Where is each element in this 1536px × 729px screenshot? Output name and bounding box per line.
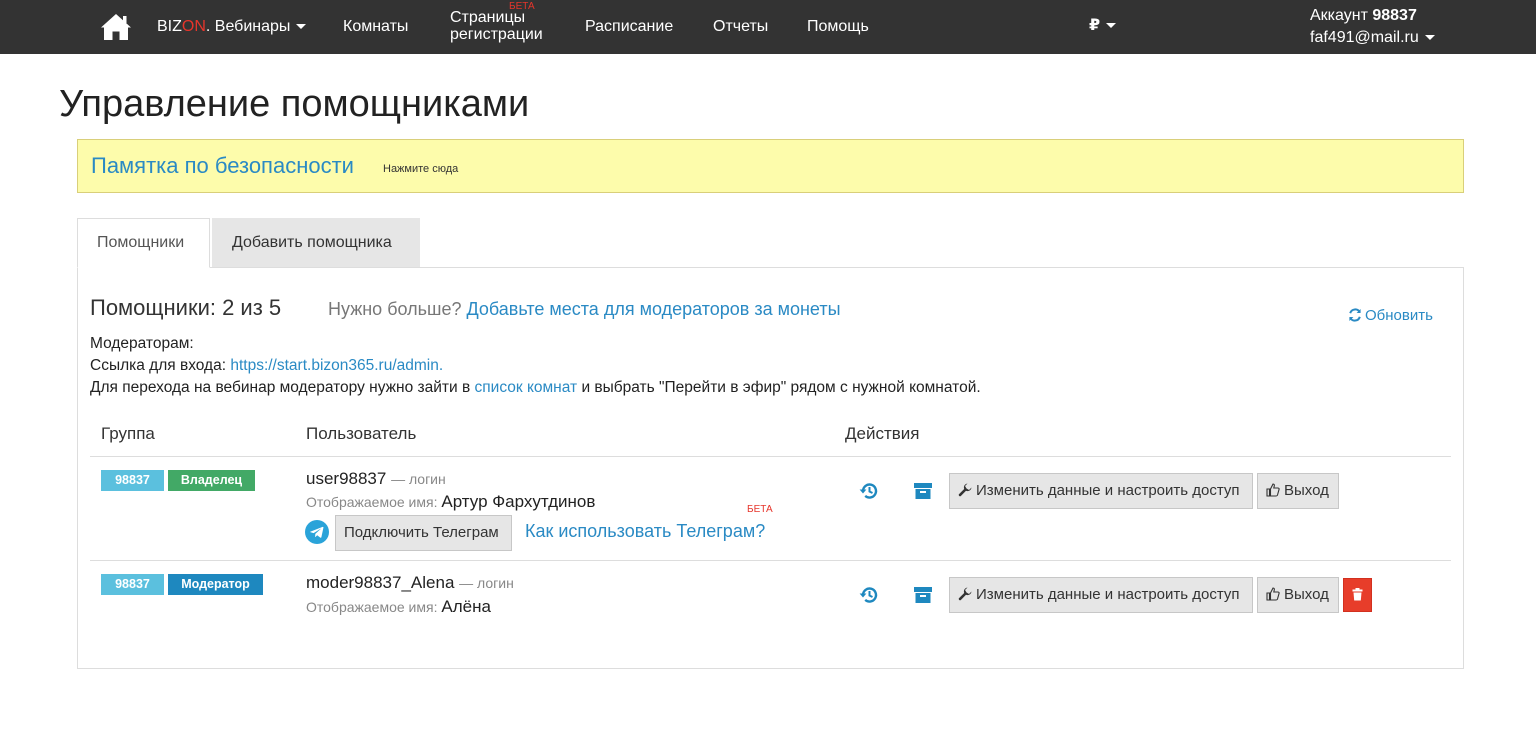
column-header-user: Пользователь bbox=[306, 424, 417, 443]
edit-access-button[interactable]: Изменить данные и настроить доступ bbox=[949, 577, 1253, 613]
role-badge-owner: Владелец bbox=[168, 470, 255, 491]
nav-schedule[interactable]: Расписание bbox=[585, 17, 673, 37]
moderators-label: Модераторам: bbox=[90, 335, 194, 352]
brand-menu[interactable]: BIZON. Вебинары bbox=[157, 17, 307, 37]
logout-button[interactable]: Выход bbox=[1257, 473, 1339, 509]
account-email: faf491@mail.ru bbox=[1310, 29, 1419, 46]
edit-access-button[interactable]: Изменить данные и настроить доступ bbox=[949, 473, 1253, 509]
goto-text-b: и выбрать "Перейти в эфир" рядом с нужно… bbox=[581, 379, 981, 396]
refresh-button[interactable]: Обновить bbox=[1348, 307, 1433, 325]
column-header-group: Группа bbox=[101, 424, 155, 443]
display-name-value: Артур Фархутдинов bbox=[441, 492, 596, 511]
beta-badge: БЕТА bbox=[509, 1, 535, 12]
ruble-icon: ₽ bbox=[1089, 17, 1101, 34]
nav-reports[interactable]: Отчеты bbox=[713, 17, 768, 37]
chevron-down-icon bbox=[1424, 35, 1435, 41]
role-badge-moderator: Модератор bbox=[168, 574, 263, 595]
security-memo-link[interactable]: Памятка по безопасности bbox=[91, 153, 354, 179]
login-suffix: — логин bbox=[459, 575, 514, 591]
trash-icon bbox=[1352, 588, 1363, 601]
nav-help[interactable]: Помощь bbox=[807, 17, 869, 37]
refresh-label: Обновить bbox=[1365, 307, 1433, 324]
need-more-text: Нужно больше? Добавьте места для модерат… bbox=[328, 298, 841, 320]
delete-button[interactable] bbox=[1343, 578, 1372, 612]
page-title: Управление помощниками bbox=[59, 83, 530, 125]
currency-menu[interactable]: ₽ bbox=[1089, 16, 1117, 36]
nav-rooms[interactable]: Комнаты bbox=[343, 17, 408, 37]
tab-add-helper[interactable]: Добавить помощника bbox=[212, 218, 420, 268]
group-id-badge: 98837 bbox=[101, 470, 164, 491]
goto-webinar-line: Для перехода на вебинар модератору нужно… bbox=[90, 378, 981, 398]
thumbs-up-icon bbox=[1266, 483, 1280, 497]
login-value: moder98837_Alena bbox=[306, 573, 455, 592]
login-link-line: Ссылка для входа: https://start.bizon365… bbox=[90, 356, 443, 376]
login-value: user98837 bbox=[306, 469, 387, 488]
buy-moderator-seats-link[interactable]: Добавьте места для модераторов за монеты bbox=[466, 299, 840, 319]
account-menu[interactable]: faf491@mail.ru bbox=[1310, 28, 1435, 48]
column-header-actions: Действия bbox=[845, 424, 920, 443]
brand-text: BIZ bbox=[157, 18, 182, 35]
group-id-badge: 98837 bbox=[101, 574, 164, 595]
display-name-value: Алёна bbox=[441, 597, 491, 616]
table-divider bbox=[90, 456, 1451, 457]
helpers-panel bbox=[77, 267, 1464, 669]
connect-telegram-button[interactable]: Подключить Телеграм bbox=[335, 515, 512, 551]
nav-registration-pages[interactable]: БЕТА Страницы регистрации bbox=[450, 2, 543, 44]
display-name-line: Отображаемое имя: Алёна bbox=[306, 597, 491, 617]
user-login: moder98837_Alena — логин bbox=[306, 573, 514, 593]
display-name-label: Отображаемое имя: bbox=[306, 494, 438, 510]
logout-label: Выход bbox=[1284, 586, 1329, 603]
logout-button[interactable]: Выход bbox=[1257, 577, 1339, 613]
top-navbar: BIZON. Вебинары Комнаты БЕТА Страницы ре… bbox=[0, 0, 1536, 54]
helpers-count: Помощники: 2 из 5 bbox=[90, 295, 282, 320]
wrench-icon bbox=[958, 587, 972, 601]
account-label: Аккаунт bbox=[1310, 7, 1368, 24]
chevron-down-icon bbox=[1106, 23, 1117, 29]
display-name-label: Отображаемое имя: bbox=[306, 599, 438, 615]
account-info: Аккаунт 98837 bbox=[1310, 6, 1417, 25]
security-alert: Памятка по безопасности Нажмите сюда bbox=[77, 139, 1464, 193]
thumbs-up-icon bbox=[1266, 587, 1280, 601]
admin-login-link[interactable]: https://start.bizon365.ru/admin. bbox=[230, 357, 443, 374]
chevron-down-icon bbox=[296, 24, 307, 30]
refresh-icon bbox=[1349, 308, 1361, 322]
history-icon[interactable] bbox=[859, 481, 879, 501]
telegram-howto-link[interactable]: Как использовать Телеграм? bbox=[525, 520, 765, 542]
user-login: user98837 — логин bbox=[306, 469, 446, 489]
brand-text-suffix: . Вебинары bbox=[205, 18, 291, 35]
display-name-line: Отображаемое имя: Артур Фархутдинов bbox=[306, 492, 595, 512]
login-suffix: — логин bbox=[391, 471, 446, 487]
edit-access-label: Изменить данные и настроить доступ bbox=[976, 482, 1240, 499]
logout-label: Выход bbox=[1284, 482, 1329, 499]
brand-text-accent: ON bbox=[181, 18, 206, 35]
archive-icon[interactable] bbox=[913, 585, 933, 605]
edit-access-label: Изменить данные и настроить доступ bbox=[976, 586, 1240, 603]
login-link-label: Ссылка для входа: bbox=[90, 357, 227, 374]
telegram-icon bbox=[305, 520, 329, 544]
archive-icon[interactable] bbox=[913, 481, 933, 501]
wrench-icon bbox=[958, 483, 972, 497]
rooms-list-link[interactable]: список комнат bbox=[475, 379, 578, 396]
history-icon[interactable] bbox=[859, 585, 879, 605]
nav-pages-line2: регистрации bbox=[450, 26, 543, 43]
goto-text-a: Для перехода на вебинар модератору нужно… bbox=[90, 379, 471, 396]
security-memo-hint: Нажмите сюда bbox=[383, 163, 459, 175]
tab-helpers[interactable]: Помощники bbox=[77, 218, 210, 268]
home-icon[interactable] bbox=[100, 13, 132, 41]
table-divider bbox=[90, 560, 1451, 561]
account-id: 98837 bbox=[1372, 7, 1417, 24]
beta-badge: БЕТА bbox=[747, 504, 773, 515]
need-more-label: Нужно больше? bbox=[328, 299, 462, 319]
